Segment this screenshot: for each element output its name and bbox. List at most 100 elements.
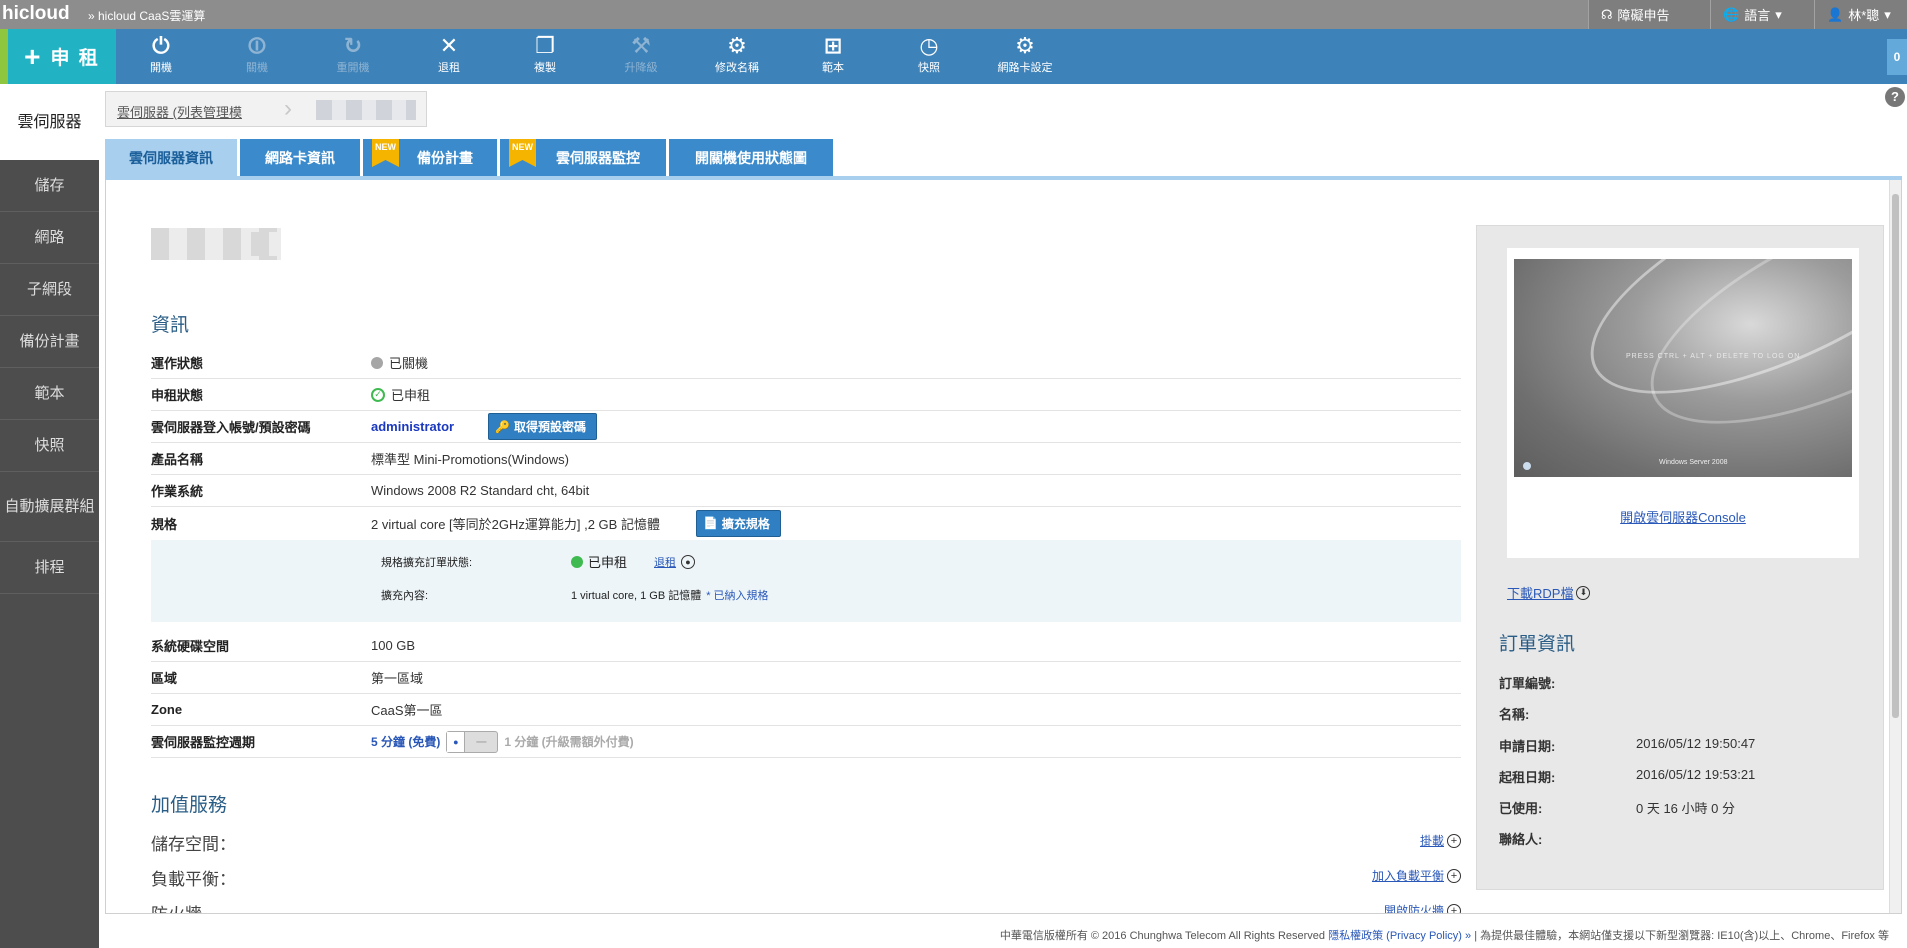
sidebar: 雲伺服器 儲存 網路 子網段 備份計畫 範本 快照 自動擴展群組 排程 (0, 84, 99, 948)
plus-circle-icon: + (1447, 868, 1461, 883)
brand-logo: hicloud (2, 3, 70, 24)
tab-server-info[interactable]: 雲伺服器資訊 (105, 139, 237, 176)
cancel-expansion-link[interactable]: 退租 (654, 554, 676, 570)
row-lease-state: 申租狀態 ✓ 已申租 (151, 379, 1461, 411)
addon-storage: 儲存空間： 掛載 + (151, 822, 1461, 856)
chevron-right-icon: › (284, 95, 292, 122)
order-row-apply-date: 申請日期: 2016/05/12 19:50:47 (1499, 736, 1756, 754)
expand-spec-button[interactable]: 📄 擴充規格 (695, 509, 781, 537)
tool-scale[interactable]: ⚒ 升降級 (593, 33, 689, 75)
order-row-start-date: 起租日期: 2016/05/12 19:53:21 (1499, 767, 1756, 785)
info-section-title: 資訊 (151, 315, 190, 336)
footer: 中華電信版權所有 © 2016 Chunghwa Telecom All Rig… (999, 930, 1889, 942)
status-dot-active (571, 555, 583, 568)
plus-circle-icon: + (1447, 833, 1461, 848)
order-row-name: 名稱: (1499, 707, 1530, 722)
scrollbar-thumb[interactable] (1892, 194, 1899, 718)
task-count-badge[interactable]: 0 (1887, 39, 1907, 75)
clock-icon: ◷ (919, 33, 939, 58)
ease-of-access-icon (1523, 462, 1531, 470)
download-icon: ⬇ (1576, 585, 1591, 600)
tool-power-off[interactable]: ⏼ 關機 (209, 33, 305, 75)
gear-icon: ⚙ (1015, 33, 1035, 58)
top-breadcrumb[interactable]: » hicloud CaaS雲運算 (88, 7, 205, 24)
action-toolbar: + 申 租 ⏻ 開機 ⏼ 關機 ↻ 重開機 ✕ 退租 ❐ 複製 ⚒ 升降級 ⚙ 修改名稱 ⊞ 範… (0, 29, 1907, 84)
top-bar: hicloud » hicloud CaaS雲運算 ☊ 障礙申告 🌐 語言 ▾ … (0, 0, 1907, 29)
privacy-policy-link[interactable]: 隱私權政策 (Privacy Policy) » (1328, 930, 1471, 942)
sidebar-item-template[interactable]: 範本 (0, 368, 99, 420)
row-monitor-interval: 雲伺服器監控週期 5 分鐘 (免費) ● 一 1 分鐘 (升級需額外付費) (151, 726, 1461, 758)
user-menu[interactable]: 👤 林*聰 ▾ (1814, 0, 1907, 29)
scale-icon: ⚒ (631, 33, 651, 58)
row-os: 作業系統 Windows 2008 R2 Standard cht, 64bit (151, 475, 1461, 507)
new-badge: NEW (509, 139, 536, 167)
tool-power-on[interactable]: ⏻ 開機 (113, 33, 209, 75)
tool-template[interactable]: ⊞ 範本 (785, 33, 881, 75)
addon-section-title: 加值服務 (151, 795, 228, 816)
order-row-used: 已使用: 0 天 16 小時 0 分 (1499, 801, 1735, 816)
row-power-state: 運作狀態 已關機 (151, 347, 1461, 379)
open-firewall-link[interactable]: 開啟防火牆 + (1384, 902, 1461, 913)
check-circle-icon: ✓ (371, 387, 385, 402)
headset-icon: ☊ (1601, 6, 1613, 22)
console-screenshot[interactable]: PRESS CTRL + ALT + DELETE TO LOG ON Wind… (1514, 259, 1852, 477)
mount-storage-link[interactable]: 掛載 + (1420, 832, 1461, 849)
sidebar-item-network[interactable]: 網路 (0, 212, 99, 264)
tool-rename[interactable]: ⚙ 修改名稱 (689, 33, 785, 75)
tab-power-usage-chart[interactable]: 開關機使用狀態圖 (669, 139, 833, 176)
tab-backup-plan[interactable]: NEW 備份計畫 (363, 139, 497, 176)
windows-logo: Windows Server 2008 (1659, 459, 1728, 466)
tab-server-monitor[interactable]: NEW 雲伺服器監控 (500, 139, 666, 176)
tab-nic-info[interactable]: 網路卡資訊 (240, 139, 360, 176)
power-icon: ⏻ (152, 33, 170, 58)
breadcrumb: 雲伺服器 (列表管理模 › (105, 91, 427, 127)
row-product-name: 產品名稱 標準型 Mini-Promotions(Windows) (151, 443, 1461, 475)
language-menu[interactable]: 🌐 語言 ▾ (1710, 0, 1814, 29)
row-login-account: 雲伺服器登入帳號/預設密碼 administrator 🔑 取得預設密碼 (151, 411, 1461, 443)
tool-terminate[interactable]: ✕ 退租 (401, 33, 497, 75)
content-scrollbar[interactable] (1889, 180, 1901, 913)
row-spec: 規格 2 virtual core [等同於2GHz運算能力] ,2 GB 記憶… (151, 507, 1461, 539)
tool-copy[interactable]: ❐ 複製 (497, 33, 593, 75)
gear-icon: ⚙ (727, 33, 747, 58)
plus-icon: + (24, 40, 43, 72)
row-disk: 系統硬碟空間 100 GB (151, 630, 1461, 662)
console-preview-card: PRESS CTRL + ALT + DELETE TO LOG ON Wind… (1507, 248, 1859, 558)
order-row-id: 訂單編號: (1499, 676, 1556, 691)
document-icon: 📄 (702, 516, 718, 530)
toggle-knob: ● (447, 731, 466, 752)
sidebar-item-subnet[interactable]: 子網段 (0, 264, 99, 316)
breadcrumb-current-server (316, 100, 416, 120)
sidebar-item-storage[interactable]: 儲存 (0, 160, 99, 212)
breadcrumb-server-list-link[interactable]: 雲伺服器 (列表管理模 (117, 102, 242, 121)
monitor-interval-toggle[interactable]: ● 一 (446, 730, 499, 753)
help-icon[interactable]: ? (1885, 87, 1905, 107)
sidebar-item-snapshot[interactable]: 快照 (0, 420, 99, 472)
open-console-link[interactable]: 開啟雲伺服器Console (1507, 507, 1859, 526)
status-dot-off (371, 356, 383, 369)
sidebar-item-autoscale[interactable]: 自動擴展群組 (0, 472, 99, 542)
get-default-password-button[interactable]: 🔑 取得預設密碼 (488, 413, 598, 440)
user-icon: 👤 (1827, 6, 1844, 22)
tool-nic-settings[interactable]: ⚙ 網路卡設定 (977, 33, 1073, 75)
row-zone: Zone CaaS第一區 (151, 694, 1461, 726)
add-load-balancer-link[interactable]: 加入負載平衡 + (1372, 867, 1461, 884)
tool-snapshot[interactable]: ◷ 快照 (881, 33, 977, 75)
login-account: administrator (371, 419, 455, 434)
sidebar-item-backup[interactable]: 備份計畫 (0, 316, 99, 368)
right-info-panel: PRESS CTRL + ALT + DELETE TO LOG ON Wind… (1476, 225, 1884, 890)
addon-firewall: 防火牆 開啟防火牆+ (151, 892, 1461, 913)
server-info-panel: 資訊 運作狀態 已關機 申租狀態 ✓ 已申租 雲伺服器登入帳號/預設密碼 admi… (105, 180, 1902, 914)
server-name-redacted (251, 232, 281, 256)
sidebar-item-servers[interactable]: 雲伺服器 (0, 84, 99, 160)
cancel-circle-icon[interactable]: ● (681, 554, 696, 569)
order-row-contact: 聯絡人: (1499, 832, 1543, 847)
globe-icon: 🌐 (1723, 6, 1740, 22)
tool-restart[interactable]: ↻ 重開機 (305, 33, 401, 75)
lease-button[interactable]: + 申 租 (0, 29, 116, 84)
order-info-title: 訂單資訊 (1499, 634, 1576, 655)
sidebar-item-schedule[interactable]: 排程 (0, 542, 99, 594)
download-rdp-link[interactable]: 下載RDP檔 ⬇ (1507, 583, 1591, 602)
copy-icon: ❐ (535, 33, 555, 58)
report-button[interactable]: ☊ 障礙申告 (1588, 0, 1710, 29)
